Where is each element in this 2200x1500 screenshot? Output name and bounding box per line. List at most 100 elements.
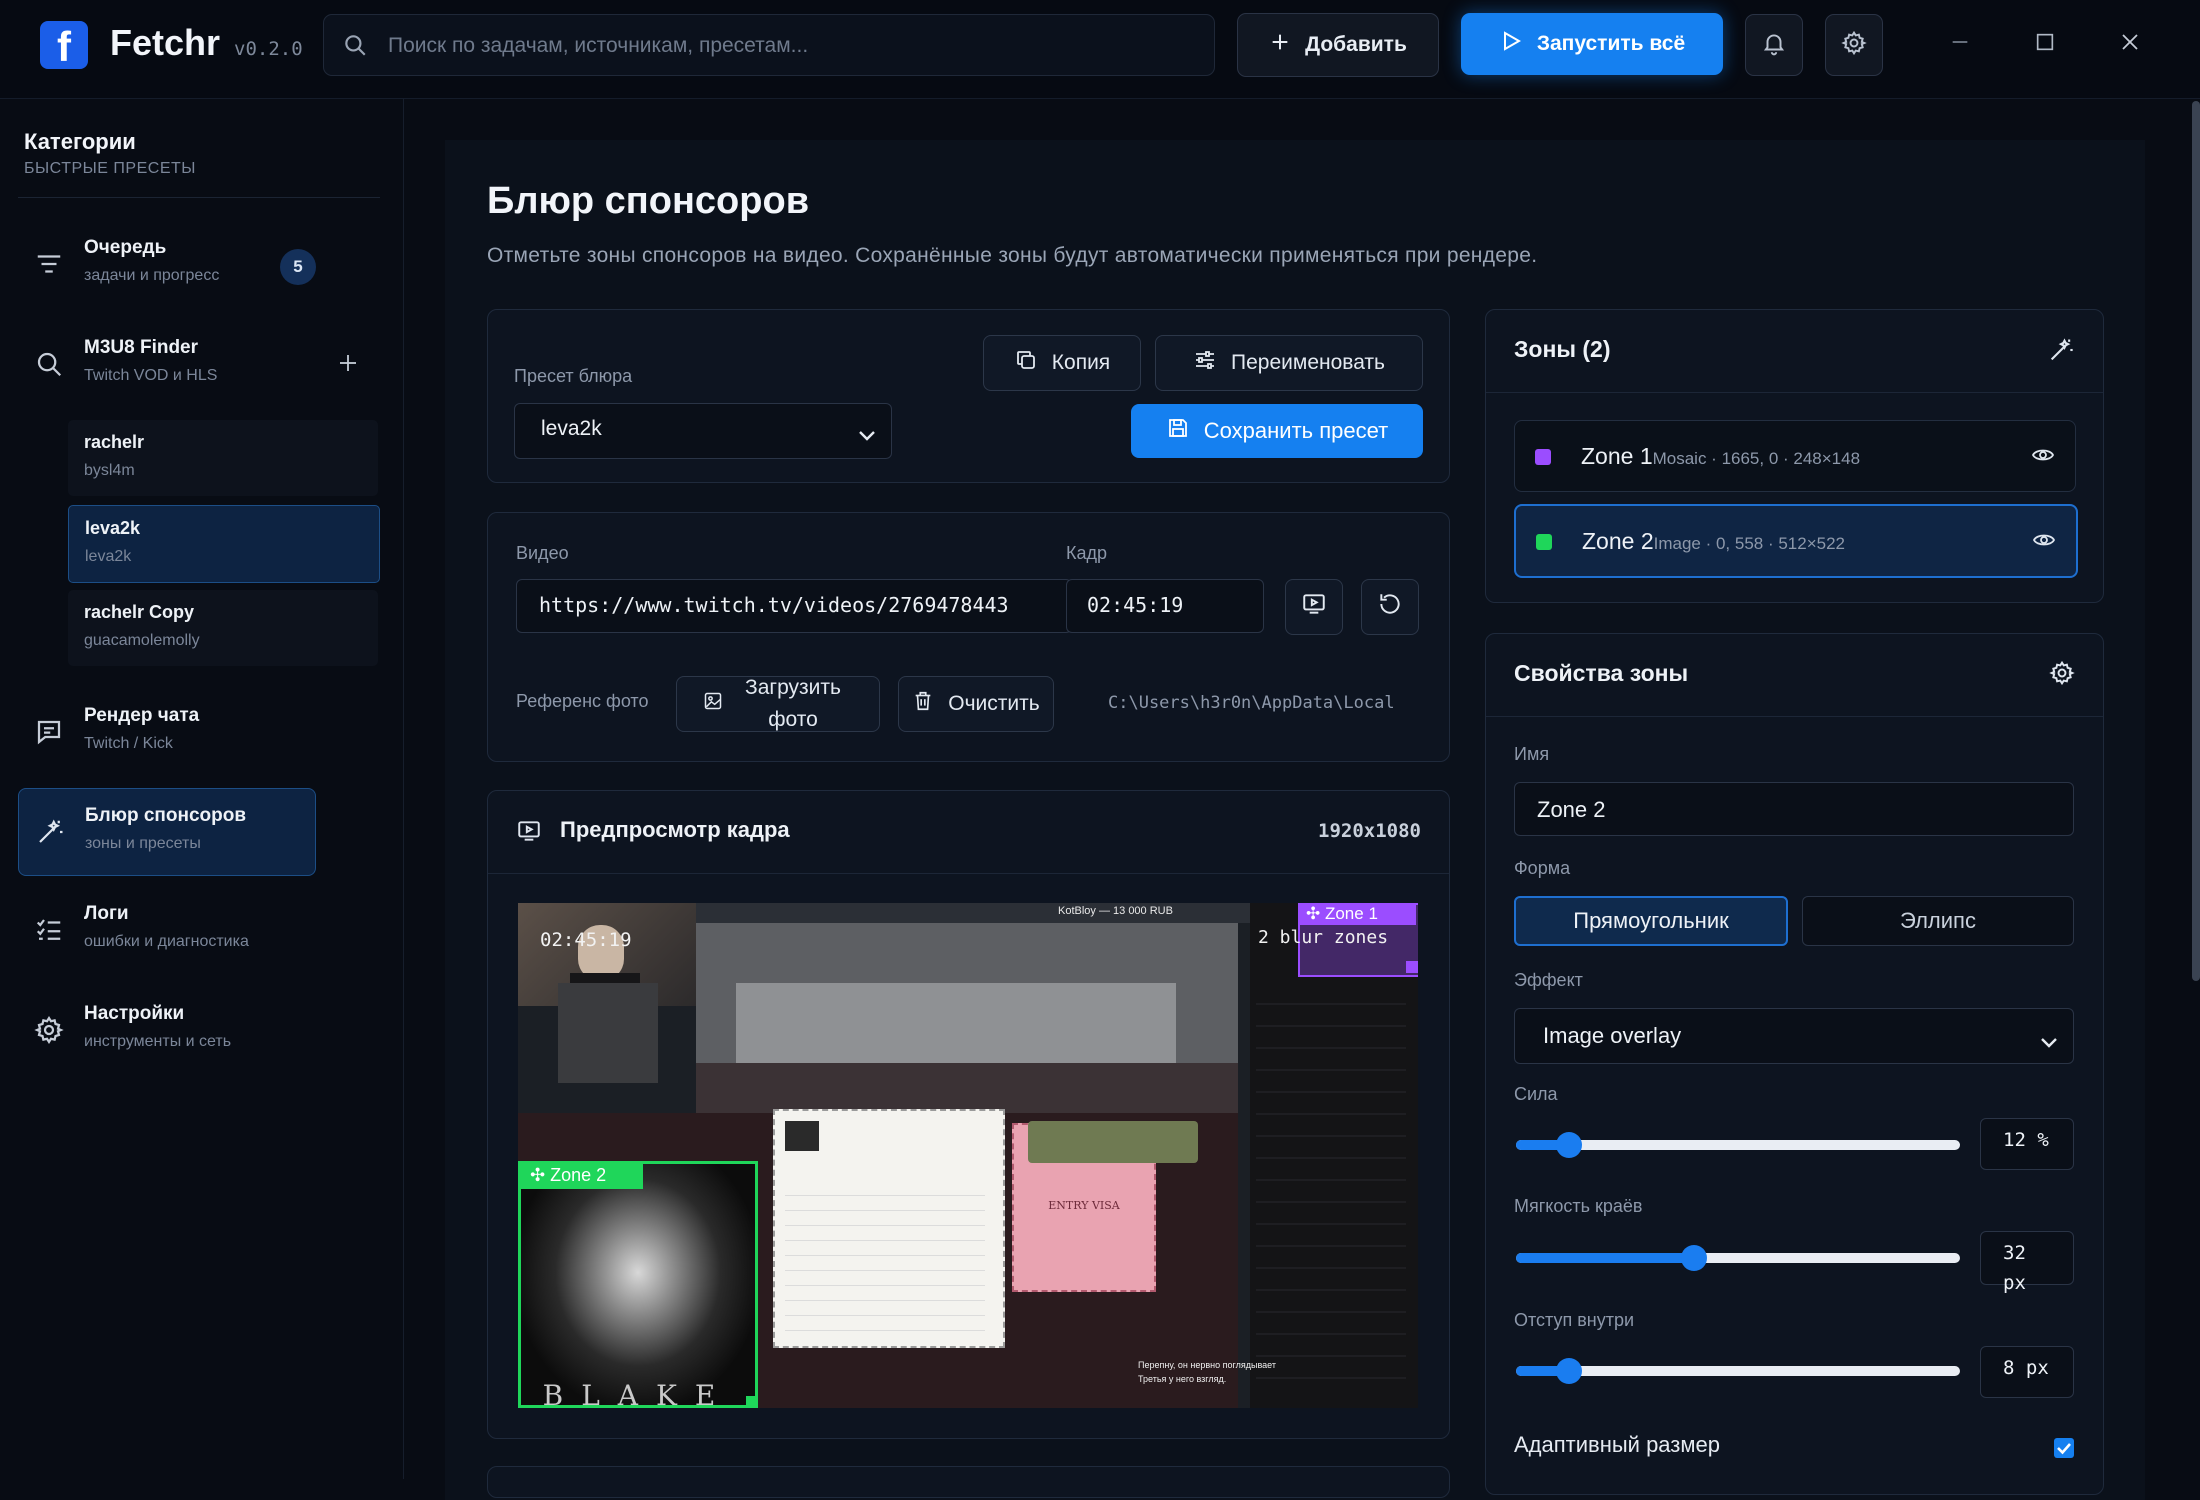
copy-preset-button[interactable]: Копия [983, 335, 1141, 391]
shape-rectangle-button[interactable]: Прямоугольник [1514, 896, 1788, 946]
sidebar-item-m3u8-finder[interactable]: M3U8 Finder Twitch VOD и HLS [18, 321, 314, 407]
close-button[interactable] [2110, 24, 2150, 64]
upload-photo-button[interactable]: Загрузить фото [676, 676, 880, 732]
trash-icon [912, 690, 934, 718]
video-url-input[interactable]: https://www.twitch.tv/videos/2769478443 [516, 579, 1072, 633]
zone-meta: Mosaic · 1665, 0 · 248×148 [1652, 449, 1861, 468]
save-preset-button[interactable]: Сохранить пресет [1131, 404, 1423, 458]
strength-value[interactable]: 12 % [1980, 1118, 2074, 1170]
zone-properties-panel: Свойства зоны Имя Zone 2 Форма Прямоугол… [1485, 633, 2104, 1495]
sliders-icon [1193, 348, 1217, 378]
strength-label: Сила [1514, 1084, 1558, 1104]
zones-title: Зоны (2) [1514, 336, 1611, 362]
zone-properties-title: Свойства зоны [1514, 660, 1689, 686]
video-frame-preview[interactable]: KotBloy — 13 000 RUB 02:45:19 ENTRY VISA… [518, 903, 1418, 1408]
run-all-button[interactable]: Запустить всё [1461, 13, 1723, 75]
notifications-button[interactable] [1745, 14, 1803, 76]
zone-2-color-swatch [1536, 534, 1552, 550]
upload-photo-label: Загрузить фото [745, 676, 841, 731]
sidebar-item-logs[interactable]: Логи ошибки и диагностика [18, 887, 314, 973]
edge-softness-slider-fill [1516, 1253, 1694, 1263]
main-scrollbar[interactable] [2192, 101, 2200, 981]
m3u8-item-sub: guacamolemolly [84, 632, 200, 649]
edge-softness-slider[interactable] [1516, 1245, 1960, 1271]
zone-2-overlay[interactable]: BLAKE [518, 1161, 758, 1408]
edge-softness-value[interactable]: 32 px [1980, 1231, 2074, 1294]
shape-ellipse-button[interactable]: Эллипс [1802, 896, 2074, 946]
zone-meta: Image · 0, 558 · 512×522 [1653, 534, 1845, 553]
magic-wand-icon[interactable] [2047, 336, 2075, 369]
add-button[interactable]: Добавить [1237, 13, 1439, 77]
sidebar-item-chat-render[interactable]: Рендер чата Twitch / Kick [18, 689, 314, 775]
sidebar-item-label: M3U8 Finder [84, 337, 199, 358]
chat-caption-line: Перепну, он нервно поглядывает [1138, 1360, 1276, 1370]
frame-time-input[interactable]: 02:45:19 [1066, 579, 1264, 633]
minimize-button[interactable] [1940, 24, 1980, 64]
preset-select[interactable]: leva2k [514, 403, 892, 459]
add-button-label: Добавить [1305, 33, 1407, 56]
inner-padding-slider-knob[interactable] [1556, 1358, 1583, 1384]
strength-slider[interactable] [1516, 1132, 1960, 1158]
rename-preset-button[interactable]: Переименовать [1155, 335, 1423, 391]
zone-row-1[interactable]: Zone 1Mosaic · 1665, 0 · 248×148 [1514, 420, 2076, 492]
checklist-icon [32, 913, 66, 947]
filter-icon [32, 247, 66, 281]
m3u8-item-name: rachelr Copy [84, 602, 195, 622]
sidebar-item-sub: ошибки и диагностика [84, 933, 249, 950]
shape-label: Форма [1514, 858, 1571, 878]
monitor-play-icon [516, 818, 542, 849]
reference-photo-label: Референс фото [516, 691, 649, 711]
reset-frame-button[interactable] [1361, 579, 1419, 635]
zone-row-2[interactable]: Zone 2Image · 0, 558 · 512×522 [1514, 504, 2078, 578]
zone-1-tag-label: Zone 1 [1324, 904, 1378, 923]
gear-icon[interactable] [2049, 660, 2075, 691]
sidebar-item-sponsor-blur[interactable]: Блюр спонсоров зоны и пресеты [18, 788, 316, 876]
zone-2-resize-handle[interactable] [746, 1396, 758, 1408]
zone-2-tag: ✣ Zone 2 [518, 1161, 643, 1189]
sidebar-item-settings[interactable]: Настройки инструменты и сеть [18, 987, 314, 1073]
video-label: Видео [516, 543, 569, 563]
save-preset-label: Сохранить пресет [1203, 418, 1389, 443]
chat-caption: Перепну, он нервно поглядывает Третья у … [1138, 1358, 1378, 1386]
settings-button[interactable] [1825, 14, 1883, 76]
zone-name-input[interactable]: Zone 2 [1514, 782, 2074, 836]
strength-slider-knob[interactable] [1556, 1132, 1583, 1158]
m3u8-item-rachelr-copy[interactable]: rachelr Copy guacamolemolly [68, 590, 378, 666]
search-box[interactable] [323, 14, 1215, 77]
sidebar-item-label: Настройки [84, 1003, 185, 1024]
sidebar-item-label: Логи [84, 903, 129, 924]
edge-softness-slider-knob[interactable] [1680, 1245, 1707, 1271]
m3u8-item-leva2k[interactable]: leva2k leva2k [68, 505, 380, 583]
plus-icon [336, 355, 360, 379]
title-bar: f Fetchr v0.2.0 Добавить Запустить всё [0, 0, 2200, 99]
inner-padding-slider[interactable] [1516, 1358, 1960, 1384]
m3u8-item-name: leva2k [85, 518, 141, 538]
chevron-down-icon [857, 425, 877, 449]
queue-count-badge: 5 [280, 249, 316, 285]
app-version: v0.2.0 [234, 38, 303, 60]
clear-photo-button[interactable]: Очистить [898, 676, 1054, 732]
maximize-button[interactable] [2025, 24, 2065, 64]
add-m3u8-button[interactable] [336, 351, 360, 380]
app-name: Fetchr [110, 22, 221, 63]
plus-icon [1269, 31, 1291, 59]
inner-padding-value[interactable]: 8 px [1980, 1346, 2074, 1398]
preview-frame-button[interactable] [1285, 579, 1343, 635]
search-input[interactable] [386, 15, 1190, 77]
sidebar-item-queue[interactable]: Очередь задачи и прогресс 5 [18, 221, 316, 307]
sidebar-item-sub: Twitch / Kick [84, 735, 173, 752]
sidebar-item-label: Блюр спонсоров [85, 805, 247, 826]
next-card-edge [487, 1466, 1450, 1498]
zone-1-color-swatch [1535, 449, 1551, 465]
game-view [696, 923, 1238, 1113]
m3u8-item-rachelr[interactable]: rachelr bysl4m [68, 420, 378, 496]
eye-icon[interactable] [2030, 528, 2058, 557]
zone-2-art-text: BLAKE [542, 1379, 734, 1408]
chat-caption-line: Третья у него взгляд. [1138, 1374, 1227, 1384]
eye-icon[interactable] [2029, 443, 2057, 472]
effect-select[interactable]: Image overlay [1514, 1008, 2074, 1064]
preview-resolution: 1920x1080 [1318, 820, 1421, 842]
sidebar-item-sub: инструменты и сеть [84, 1033, 232, 1050]
zone-1-resize-handle[interactable] [1406, 961, 1418, 973]
adaptive-size-checkbox[interactable] [2054, 1438, 2074, 1458]
